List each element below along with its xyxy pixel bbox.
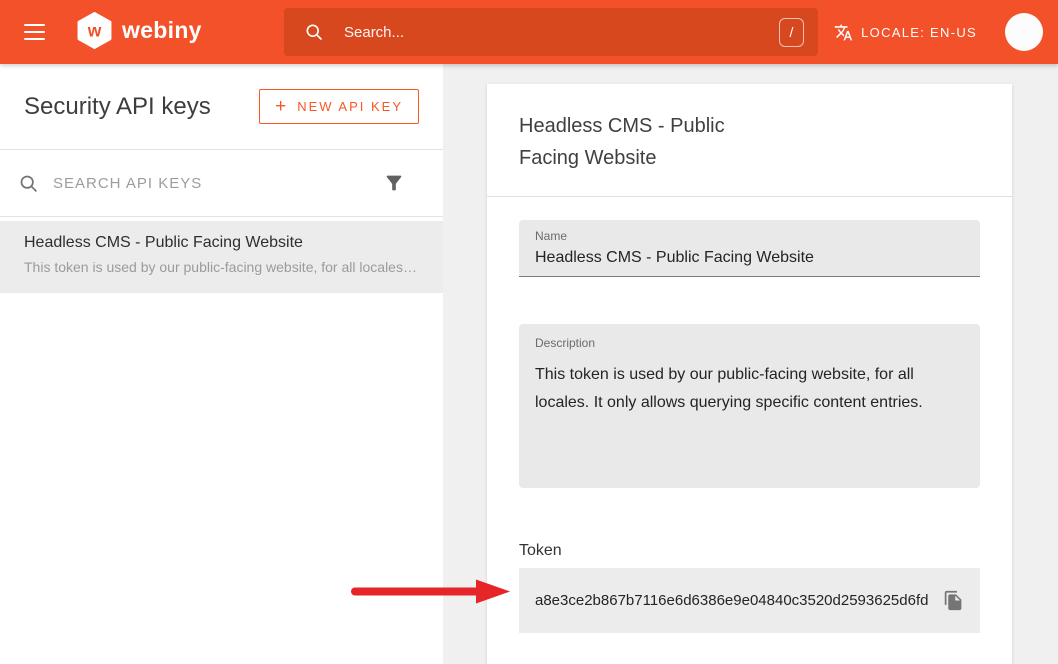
api-keys-list-panel: Security API keys + NEW API KEY Headless: [0, 64, 443, 664]
user-avatar[interactable]: [1005, 13, 1043, 51]
token-box: a8e3ce2b867b7116e6d6386e9e04840c3520d259…: [519, 568, 980, 633]
name-field[interactable]: Name Headless CMS - Public Facing Websit…: [519, 220, 980, 277]
copy-icon[interactable]: [937, 584, 970, 617]
token-value: a8e3ce2b867b7116e6d6386e9e04840c3520d259…: [535, 592, 937, 609]
hamburger-menu-icon[interactable]: [24, 21, 48, 43]
description-field-label: Description: [535, 336, 964, 350]
search-icon: [304, 22, 324, 42]
details-card-header: Headless CMS - Public Facing Website: [487, 84, 1012, 197]
list-search-row: [0, 150, 443, 217]
name-field-value: Headless CMS - Public Facing Website: [535, 249, 964, 267]
svg-text:w: w: [87, 21, 102, 41]
list-item-description: This token is used by our public-facing …: [24, 259, 419, 275]
description-field[interactable]: Description This token is used by our pu…: [519, 324, 980, 488]
webiny-logo[interactable]: w webiny: [76, 12, 202, 49]
plus-icon: +: [275, 97, 286, 116]
name-field-label: Name: [535, 229, 964, 243]
locale-label: LOCALE: EN-US: [861, 25, 977, 40]
list-item[interactable]: Headless CMS - Public Facing Website Thi…: [0, 221, 443, 293]
global-search-bar[interactable]: /: [284, 8, 818, 56]
details-title: Headless CMS - Public Facing Website: [519, 110, 769, 174]
slash-shortcut-badge: /: [779, 18, 804, 47]
list-panel-header: Security API keys + NEW API KEY: [0, 64, 443, 150]
locale-selector[interactable]: LOCALE: EN-US: [834, 23, 977, 42]
header-right-section: LOCALE: EN-US: [834, 0, 1043, 64]
list-item-title: Headless CMS - Public Facing Website: [24, 234, 419, 252]
api-keys-list: Headless CMS - Public Facing Website Thi…: [0, 217, 443, 293]
details-area: Headless CMS - Public Facing Website Nam…: [443, 64, 1058, 664]
top-app-bar: w webiny / LOCALE: EN-US: [0, 0, 1058, 64]
api-keys-search-input[interactable]: [51, 174, 383, 193]
new-api-key-label: NEW API KEY: [297, 99, 403, 114]
logo-wordmark: webiny: [122, 17, 202, 44]
description-field-value: This token is used by our public-facing …: [535, 361, 964, 417]
new-api-key-button[interactable]: + NEW API KEY: [259, 89, 419, 124]
app-window: w webiny / LOCALE: EN-US: [0, 0, 1058, 664]
api-key-details-card: Headless CMS - Public Facing Website Nam…: [487, 84, 1012, 664]
filter-icon[interactable]: [383, 172, 405, 194]
token-label: Token: [519, 542, 980, 560]
translate-icon: [834, 23, 853, 42]
page-title: Security API keys: [24, 93, 211, 121]
details-card-body: Name Headless CMS - Public Facing Websit…: [487, 197, 1012, 633]
global-search-input[interactable]: [342, 23, 779, 42]
search-icon: [18, 173, 39, 194]
webiny-hexagon-icon: w: [76, 12, 113, 49]
